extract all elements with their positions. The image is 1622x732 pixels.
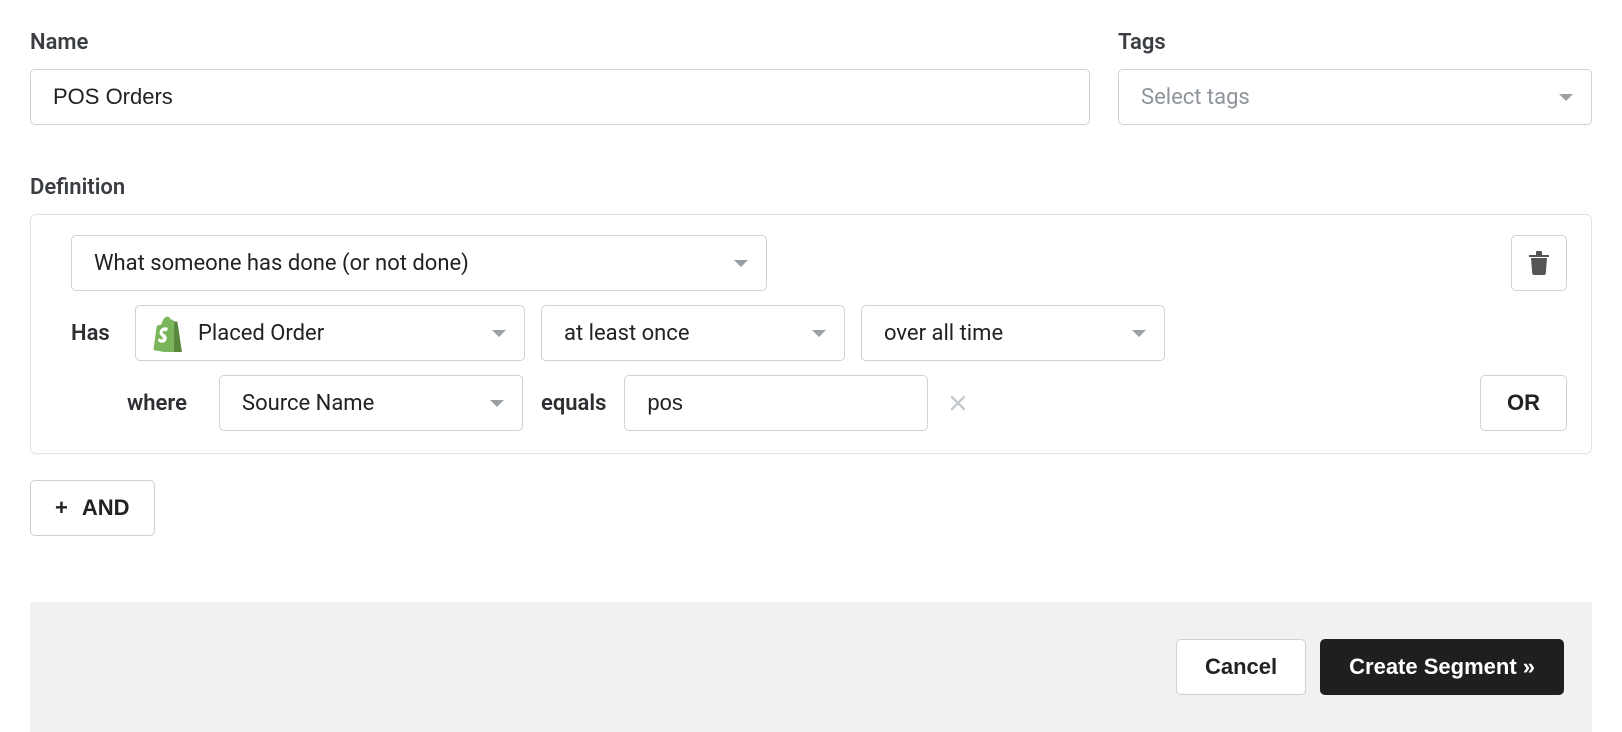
- timeframe-text: over all time: [884, 321, 1003, 346]
- property-text: Source Name: [242, 391, 374, 416]
- event-select-text: Placed Order: [198, 321, 480, 346]
- tags-placeholder: Select tags: [1141, 85, 1250, 110]
- plus-icon: +: [55, 495, 68, 521]
- trash-icon: [1529, 251, 1549, 275]
- condition-type-text: What someone has done (or not done): [94, 251, 469, 276]
- property-value-input[interactable]: [624, 375, 928, 431]
- name-input[interactable]: [30, 69, 1090, 125]
- tags-select[interactable]: Select tags: [1118, 69, 1592, 125]
- event-select[interactable]: Placed Order: [135, 305, 525, 361]
- condition-type-select[interactable]: What someone has done (or not done): [71, 235, 767, 291]
- timeframe-select[interactable]: over all time: [861, 305, 1165, 361]
- chevron-down-icon: [812, 330, 826, 337]
- shopify-icon: [150, 314, 184, 352]
- name-label: Name: [30, 30, 1090, 55]
- chevron-down-icon: [1559, 94, 1573, 101]
- comparator-label: equals: [539, 391, 608, 416]
- and-button[interactable]: + AND: [30, 480, 155, 536]
- frequency-text: at least once: [564, 321, 690, 346]
- and-button-label: AND: [82, 495, 130, 521]
- chevron-down-icon: [490, 400, 504, 407]
- frequency-select[interactable]: at least once: [541, 305, 845, 361]
- chevron-down-icon: [1132, 330, 1146, 337]
- cancel-button[interactable]: Cancel: [1176, 639, 1306, 695]
- remove-filter-button[interactable]: [944, 389, 972, 417]
- tags-label: Tags: [1118, 30, 1592, 55]
- definition-label: Definition: [30, 175, 1592, 200]
- delete-condition-button[interactable]: [1511, 235, 1567, 291]
- property-select[interactable]: Source Name: [219, 375, 523, 431]
- close-icon: [950, 395, 966, 411]
- has-label: Has: [71, 321, 119, 346]
- chevron-down-icon: [734, 260, 748, 267]
- create-segment-button[interactable]: Create Segment »: [1320, 639, 1564, 695]
- or-button[interactable]: OR: [1480, 375, 1567, 431]
- footer-bar: Cancel Create Segment »: [30, 602, 1592, 732]
- chevron-down-icon: [492, 330, 506, 337]
- where-label: where: [127, 391, 203, 416]
- definition-card: What someone has done (or not done) Has: [30, 214, 1592, 454]
